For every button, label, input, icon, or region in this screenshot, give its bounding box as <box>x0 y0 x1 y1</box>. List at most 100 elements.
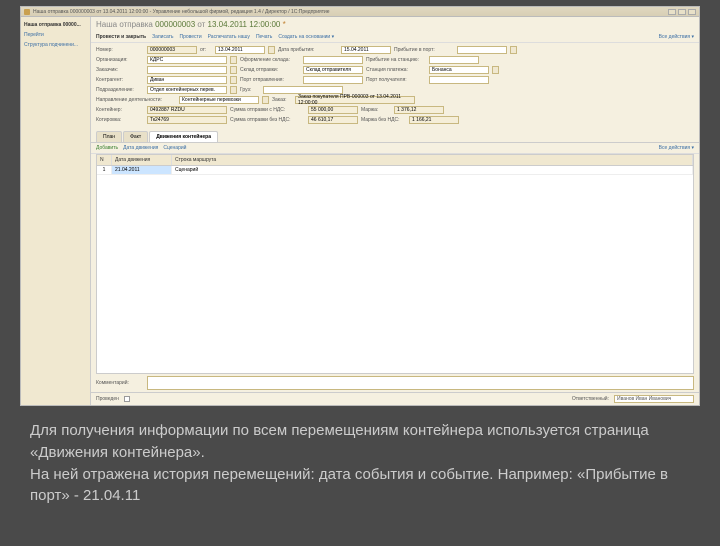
maximize-button[interactable] <box>678 9 686 15</box>
sender-port-field[interactable] <box>303 76 363 84</box>
tab-plan[interactable]: План <box>96 131 122 142</box>
tab-toolbar: Добавить Дата движения Сценарий Все дейс… <box>91 143 699 154</box>
slide-caption: Для получения информации по всем перемещ… <box>0 406 720 521</box>
cell-route: Сценарий <box>172 166 693 174</box>
sender-warehouse-label: Склад отправки: <box>240 67 300 73</box>
date-event-button[interactable]: Дата движения <box>123 145 158 151</box>
sum-novat-label: Сумма отправки без НДС: <box>230 117 305 123</box>
order-field[interactable]: Заказ покупателя ПРВ-000003 от 13.04.201… <box>295 96 415 104</box>
container-label: Контейнер: <box>96 107 144 113</box>
margin-novat-field: 1 166,21 <box>409 116 459 124</box>
number-field[interactable]: 000000003 <box>147 46 197 54</box>
sidebar-item-doc[interactable]: Наша отправка 00000... <box>24 20 87 30</box>
sender-port-label: Порт отправления: <box>240 77 300 83</box>
recipient-port-field[interactable] <box>429 76 489 84</box>
activity-field[interactable]: Контейнерные перевозки <box>179 96 259 104</box>
payment-station-label: Станция платежа: <box>366 67 426 73</box>
grid-header: N Дата движения Строка маршрута <box>97 155 693 166</box>
sidebar-item-structure[interactable]: Структура подчинени... <box>24 40 87 50</box>
create-on-button[interactable]: Создать на основании ▾ <box>278 34 334 40</box>
margin-label: Маржа: <box>361 107 391 113</box>
add-button[interactable]: Добавить <box>96 145 118 151</box>
payment-station-field[interactable]: Бонанса <box>429 66 489 74</box>
all-actions-button[interactable]: Все действия ▾ <box>659 34 694 40</box>
customer-field[interactable] <box>147 66 227 74</box>
toolbar: Провести и закрыть Записать Провести Рас… <box>91 32 699 43</box>
doc-number: 000000003 <box>155 20 195 29</box>
tab-fact[interactable]: Факт <box>123 131 148 142</box>
container-field[interactable]: 0492887 RZDU <box>147 106 227 114</box>
run-button[interactable]: Провести <box>180 34 202 40</box>
responsible-field[interactable]: Иванов Иван Иванович <box>614 395 694 403</box>
sidebar-item-goto[interactable]: Перейти <box>24 30 87 40</box>
responsible-label: Ответственный: <box>572 396 609 402</box>
arrival-date-field[interactable]: 15.04.2011 <box>341 46 391 54</box>
sum-vat-label: Сумма отправки с НДС: <box>230 107 305 113</box>
form-area: Номер: 000000003 от: 13.04.2011 Дата при… <box>91 43 699 129</box>
station-arrival-field[interactable] <box>429 56 479 64</box>
save-button[interactable]: Записать <box>152 34 173 40</box>
org-label: Организация: <box>96 57 144 63</box>
window-buttons <box>668 9 696 15</box>
content: Наша отправка 00000... Перейти Структура… <box>21 17 699 405</box>
close-button[interactable] <box>688 9 696 15</box>
caption-line1: Для получения информации по всем перемещ… <box>30 420 690 464</box>
done-label: Проведен <box>96 396 119 402</box>
main: Наша отправка 000000003 от 13.04.2011 12… <box>91 17 699 405</box>
quote-label: Котировка: <box>96 117 144 123</box>
cell-n: 1 <box>97 166 112 174</box>
port-arrival-label: Прибытие в порт: <box>394 47 454 53</box>
done-checkbox[interactable] <box>124 396 130 402</box>
run-close-button[interactable]: Провести и закрыть <box>96 34 146 40</box>
port-arrival-field[interactable] <box>457 46 507 54</box>
app-window: Наша отправка 000000003 от 13.04.2011 12… <box>20 6 700 406</box>
recipient-port-label: Порт получателя: <box>366 77 426 83</box>
station-arrival-label: Прибытие на станцию: <box>366 57 426 63</box>
comment-field[interactable] <box>147 376 694 390</box>
activity-label: Направление деятельности: <box>96 97 176 103</box>
modified-star: * <box>283 20 286 29</box>
sum-vat-field: 55 000,00 <box>308 106 358 114</box>
col-n[interactable]: N <box>97 155 112 165</box>
caption-line2: На ней отражена история перемещений: дат… <box>30 464 690 508</box>
grid-all-actions[interactable]: Все действия ▾ <box>659 145 694 151</box>
tab-moves[interactable]: Движения контейнера <box>149 131 218 142</box>
select-icon[interactable] <box>230 86 237 94</box>
cargo-field[interactable] <box>263 86 343 94</box>
from-field[interactable]: 13.04.2011 <box>215 46 265 54</box>
titlebar: Наша отправка 000000003 от 13.04.2011 12… <box>21 7 699 17</box>
division-field[interactable]: Отдел контейнерных перев. <box>147 86 227 94</box>
select-icon[interactable] <box>262 96 269 104</box>
cargo-label: Груз: <box>240 87 260 93</box>
col-route[interactable]: Строка маршрута <box>172 155 693 165</box>
select-icon[interactable] <box>510 46 517 54</box>
minimize-button[interactable] <box>668 9 676 15</box>
select-icon[interactable] <box>230 66 237 74</box>
margin-field: 1 376,12 <box>394 106 444 114</box>
from-label: от: <box>200 47 212 53</box>
table-row[interactable]: 1 21.04.2011 Сценарий <box>97 166 693 175</box>
app-icon <box>24 9 30 15</box>
sender-warehouse-field[interactable]: Склад отправителя <box>303 66 363 74</box>
print-button[interactable]: Печать <box>256 34 272 40</box>
counterparty-label: Контрагент: <box>96 77 144 83</box>
grid: N Дата движения Строка маршрута 1 21.04.… <box>96 154 694 374</box>
select-icon[interactable] <box>230 56 237 64</box>
cell-date[interactable]: 21.04.2011 <box>112 166 172 174</box>
number-label: Номер: <box>96 47 144 53</box>
select-icon[interactable] <box>230 76 237 84</box>
quote-field[interactable]: Тк24769 <box>147 116 227 124</box>
comment-label: Комментарий: <box>96 380 144 386</box>
sum-novat-field: 46 610,17 <box>308 116 358 124</box>
print-my-button[interactable]: Распечатать нашу <box>208 34 250 40</box>
doc-from: от <box>197 20 205 29</box>
arrival-date-label: Дата прибытия: <box>278 47 338 53</box>
col-date[interactable]: Дата движения <box>112 155 172 165</box>
scenario-button[interactable]: Сценарий <box>163 145 186 151</box>
org-field[interactable]: КДРС <box>147 56 227 64</box>
warehouse-field[interactable] <box>303 56 363 64</box>
counterparty-field[interactable]: Диван <box>147 76 227 84</box>
doc-date: 13.04.2011 12:00:00 <box>208 20 281 29</box>
calendar-icon[interactable] <box>268 46 275 54</box>
select-icon[interactable] <box>492 66 499 74</box>
